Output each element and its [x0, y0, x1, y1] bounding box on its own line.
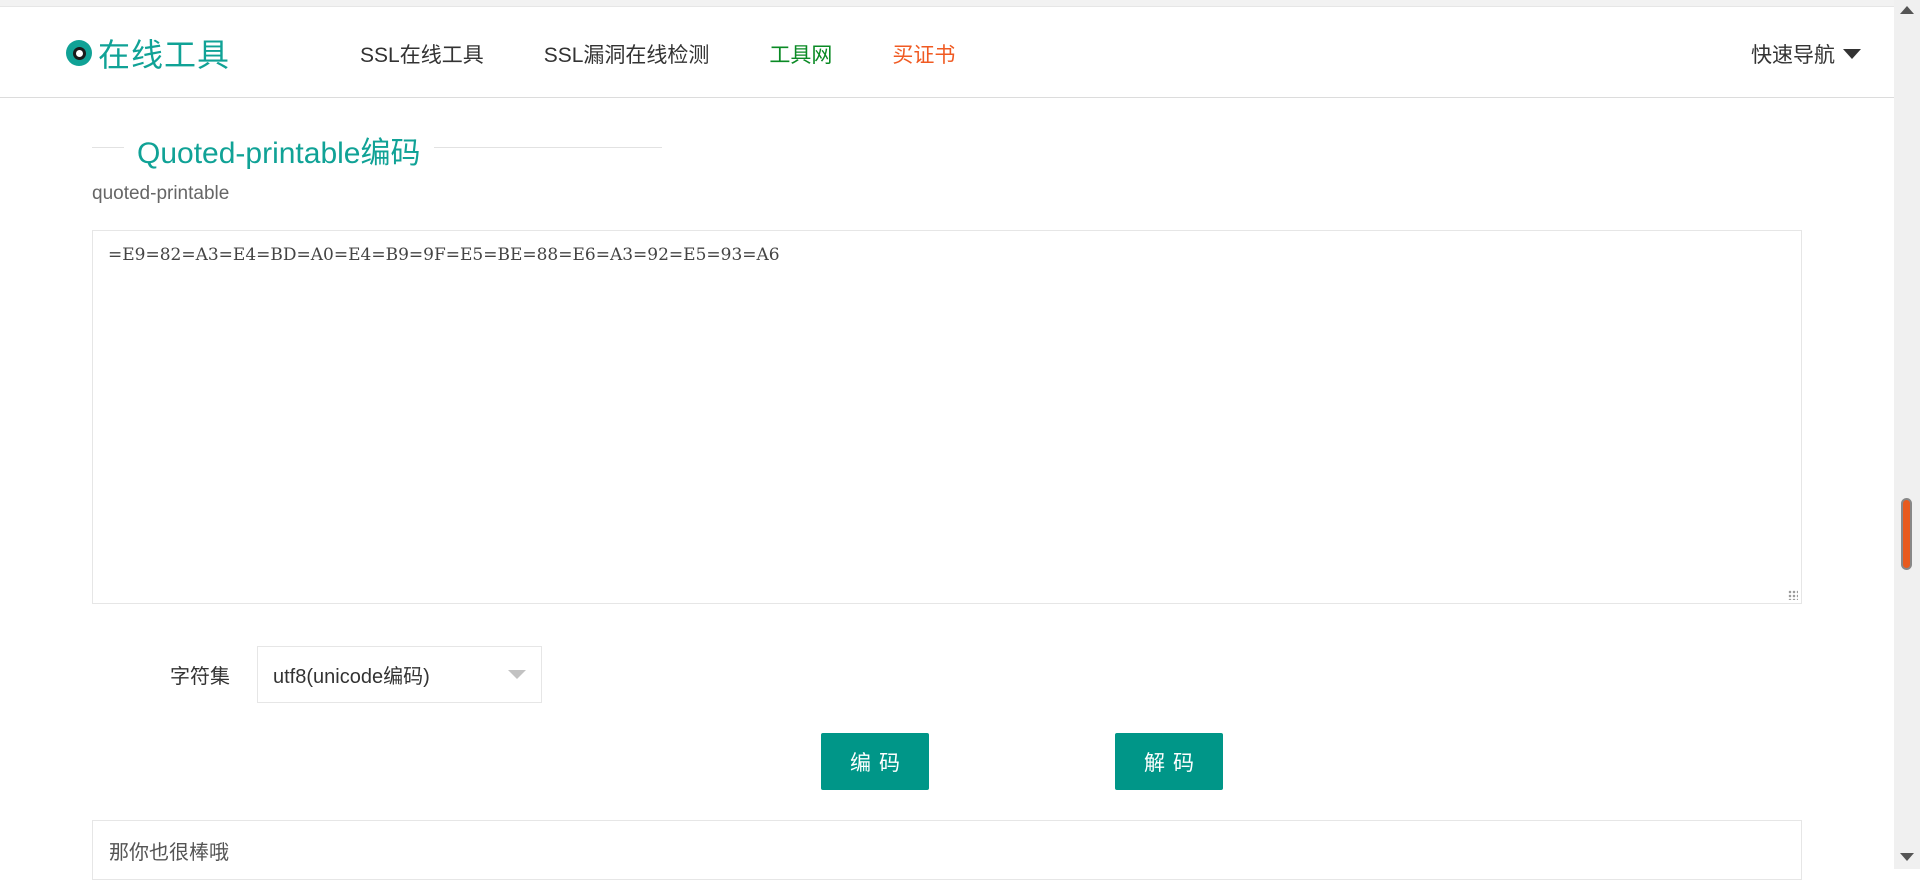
output-textarea[interactable]: 那你也很棒哦	[92, 820, 1802, 880]
encode-button[interactable]: 编码	[821, 733, 929, 790]
nav-ssl-tools[interactable]: SSL在线工具	[360, 39, 484, 67]
scroll-up-icon[interactable]	[1900, 6, 1914, 14]
logo-icon	[66, 40, 92, 66]
charset-label: 字符集	[170, 666, 230, 688]
input-textarea-container: =E9=82=A3=E4=BD=A0=E4=B9=9F=E5=BE=88=E6=…	[92, 230, 1802, 604]
logo-text: 在线工具	[98, 36, 231, 74]
site-logo[interactable]: 在线工具	[66, 33, 231, 74]
resize-grip-icon[interactable]	[1788, 590, 1798, 600]
quick-nav-dropdown[interactable]: 快速导航	[1751, 39, 1861, 69]
input-textarea[interactable]: =E9=82=A3=E4=BD=A0=E4=B9=9F=E5=BE=88=E6=…	[93, 231, 1801, 603]
site-header: 在线工具 SSL在线工具 SSL漏洞在线检测 工具网 买证书 快速导航	[0, 7, 1894, 98]
scrollbar-thumb[interactable]	[1901, 498, 1912, 570]
section-header: Quoted-printable编码	[92, 126, 662, 170]
nav-ssl-vuln-check[interactable]: SSL漏洞在线检测	[544, 39, 710, 67]
page-scrollbar[interactable]	[1894, 0, 1920, 869]
title-divider-right	[434, 147, 662, 148]
caret-down-icon	[1843, 49, 1861, 59]
nav-buy-certificate[interactable]: 买证书	[892, 39, 955, 67]
decode-button[interactable]: 解码	[1115, 733, 1223, 790]
output-text: 那你也很棒哦	[109, 840, 229, 864]
page-subtitle: quoted-printable	[92, 183, 230, 204]
nav-tools-site[interactable]: 工具网	[769, 39, 832, 67]
charset-selected-value: utf8(unicode编码)	[273, 666, 430, 688]
quick-nav-label: 快速导航	[1751, 44, 1835, 67]
browser-top-strip	[0, 0, 1894, 7]
main-nav: SSL在线工具 SSL漏洞在线检测 工具网 买证书	[360, 39, 1015, 67]
chevron-down-icon	[508, 670, 526, 679]
charset-select[interactable]: utf8(unicode编码)	[257, 646, 542, 703]
title-divider-left	[92, 147, 124, 148]
scroll-down-icon[interactable]	[1900, 853, 1914, 861]
page-title: Quoted-printable编码	[137, 137, 421, 170]
